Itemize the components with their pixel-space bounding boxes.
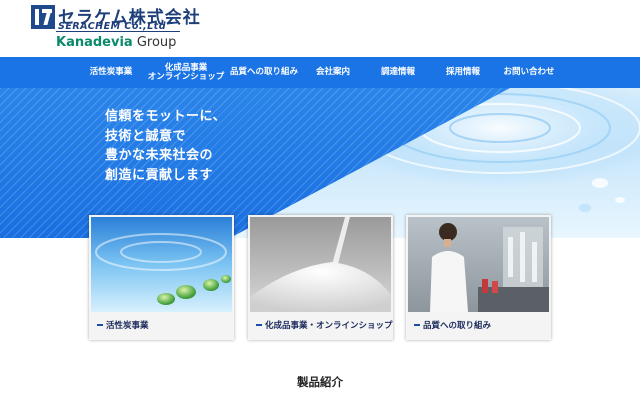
card-label: 活性炭事業 <box>106 321 149 331</box>
nav-item-procurement[interactable]: 調達情報 <box>372 57 424 88</box>
logo-mark-icon <box>31 5 55 29</box>
nav-item-contact[interactable]: お問い合わせ <box>498 57 560 88</box>
hero-slogan-line: 創造に貢献します <box>105 167 214 183</box>
hero-slogan-line: 信頼をモットーに、 <box>105 109 227 124</box>
nav-item-recruit[interactable]: 採用情報 <box>437 57 489 88</box>
nav-item-chemicals[interactable]: 化成品事業 オンラインショップ <box>147 57 225 88</box>
card-activated-carbon[interactable]: 活性炭事業 <box>89 215 234 340</box>
section-title: 製品紹介 <box>297 375 343 389</box>
main-nav: 活性炭事業 化成品事業 オンラインショップ 品質への取り組み 会社案内 調達情報… <box>0 57 640 88</box>
nav-item-quality[interactable]: 品質への取り組み <box>228 57 300 88</box>
nav-item-chemicals-line2: オンラインショップ <box>147 71 225 82</box>
nav-item-activated-carbon[interactable]: 活性炭事業 <box>80 57 142 88</box>
card-chemicals[interactable]: 化成品事業・オンラインショップ <box>248 215 393 340</box>
label-dash-icon <box>256 324 262 326</box>
group-brand-suffix: Group <box>132 35 177 50</box>
site-header: セラケム株式会社 SERACHEM Co.,Ltd Kanadevia Grou… <box>0 0 640 57</box>
card-image-water-drops <box>91 217 232 312</box>
logo-divider <box>56 31 180 32</box>
group-brand-name: Kanadevia <box>56 35 133 50</box>
card-label: 化成品事業・オンラインショップ <box>265 321 393 331</box>
card-image-salt-pile <box>250 217 391 312</box>
hero-slogan-line: 豊かな未来社会の <box>105 148 214 163</box>
card-image-lab-worker <box>408 217 549 312</box>
label-dash-icon <box>414 324 420 326</box>
group-brand: Kanadevia Group <box>56 35 176 50</box>
card-quality[interactable]: 品質への取り組み <box>406 215 551 340</box>
hero-slogan-line: 技術と誠意で <box>105 128 187 144</box>
nav-item-company[interactable]: 会社案内 <box>307 57 359 88</box>
label-dash-icon <box>97 324 103 326</box>
card-label: 品質への取り組み <box>423 321 492 331</box>
hero-slogan: 信頼をモットーに、 技術と誠意で 豊かな未来社会の 創造に貢献します <box>105 107 226 185</box>
